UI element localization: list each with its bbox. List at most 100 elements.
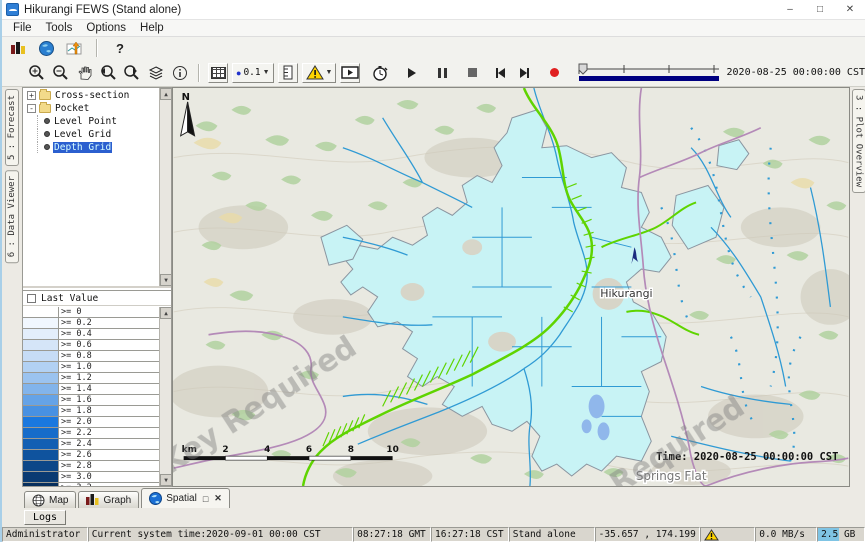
legend-row[interactable]: >= 0.8 (23, 351, 159, 362)
info-button[interactable] (170, 63, 190, 83)
pan-button[interactable] (74, 63, 94, 83)
legend-row[interactable]: >= 2.2 (23, 428, 159, 439)
legend-row[interactable]: >= 2.0 (23, 417, 159, 428)
animation-timer-button[interactable] (370, 63, 390, 83)
status-warning-cell[interactable] (700, 527, 755, 542)
menu-tools[interactable]: Tools (39, 21, 80, 35)
toolbar-separator (198, 64, 200, 82)
tab-forecast[interactable]: 5 : Forecast (5, 89, 19, 166)
zoom-next-button[interactable] (122, 63, 142, 83)
last-value-checkbox[interactable] (27, 294, 36, 303)
legend-title: Last Value (41, 293, 98, 304)
tab-close-icon[interactable]: ✕ (212, 493, 222, 504)
map-toolbar: ● 0.1 ▼ ▼ (2, 59, 865, 87)
tab-maximize-icon[interactable]: □ (201, 494, 208, 504)
menu-options[interactable]: Options (79, 21, 133, 35)
legend-swatch (23, 307, 59, 317)
thresholds-dropdown[interactable]: ▼ (302, 63, 337, 83)
legend-row[interactable]: >= 1.6 (23, 395, 159, 406)
tab-label: Graph (103, 495, 131, 506)
stop-button[interactable] (462, 63, 482, 83)
svg-text:6: 6 (306, 445, 312, 455)
zoom-previous-button[interactable] (98, 63, 118, 83)
legend-label: >= 1.6 (59, 395, 159, 405)
step-forward-button[interactable] (514, 63, 534, 83)
bullet-icon (44, 144, 50, 150)
menu-file[interactable]: File (6, 21, 39, 35)
scroll-up-icon[interactable]: ▲ (160, 307, 171, 319)
step-back-button[interactable] (490, 63, 510, 83)
legend-swatch (23, 417, 59, 427)
status-bar: Administrator Current system time:2020-0… (2, 527, 865, 542)
clock-icon (372, 65, 389, 81)
logs-button[interactable]: Logs (24, 510, 66, 525)
legend-row[interactable]: >= 0.2 (23, 318, 159, 329)
scroll-down-icon[interactable]: ▼ (160, 274, 171, 286)
timeline-slider[interactable] (576, 62, 718, 84)
legend-row[interactable]: >= 1.2 (23, 373, 159, 384)
zoom-out-icon (52, 64, 69, 81)
minimize-button[interactable]: – (775, 0, 805, 19)
legend-scrollbar[interactable]: ▲ ▼ (159, 307, 171, 486)
pause-button[interactable] (432, 63, 452, 83)
help-button[interactable]: ? (110, 38, 130, 58)
tab-spatial[interactable]: Spatial □ ✕ (141, 488, 230, 508)
legend-row[interactable]: >= 2.4 (23, 439, 159, 450)
tree-item-level-point[interactable]: Level Point (37, 115, 171, 127)
layers-button[interactable] (146, 63, 166, 83)
record-button[interactable] (544, 63, 564, 83)
tree-item-pocket[interactable]: - Pocket (27, 102, 171, 114)
blue-globe-icon (149, 492, 162, 505)
timeline-thumb[interactable] (579, 64, 587, 74)
ruler-button[interactable] (278, 63, 298, 83)
expand-icon[interactable]: + (27, 91, 36, 100)
legend-row[interactable]: >= 2.6 (23, 450, 159, 461)
legend-panel: Last Value >= 0 >= 0.2 >= 0.4 >= 0.6 >= … (23, 290, 171, 486)
tree-item-label-selected: Depth Grid (53, 142, 112, 153)
menu-help[interactable]: Help (133, 21, 171, 35)
scroll-up-icon[interactable]: ▲ (160, 88, 171, 100)
legend-row[interactable]: >= 1.8 (23, 406, 159, 417)
tree-item-depth-grid[interactable]: Depth Grid (37, 141, 171, 153)
tree-scrollbar[interactable]: ▲ ▼ (159, 88, 171, 286)
spatial-display-button[interactable] (36, 38, 56, 58)
legend-row[interactable]: >= 3.0 (23, 472, 159, 483)
legend-row[interactable]: >= 1.4 (23, 384, 159, 395)
collapse-icon[interactable]: - (27, 104, 36, 113)
play-button[interactable] (402, 63, 422, 83)
maximize-button[interactable]: □ (805, 0, 835, 19)
menu-bar: File Tools Options Help (2, 20, 865, 37)
tab-graph[interactable]: Graph (78, 491, 139, 508)
legend-swatch (23, 318, 59, 328)
legend-row[interactable]: >= 1.0 (23, 362, 159, 373)
folder-icon (39, 104, 51, 113)
database-viewer-button[interactable] (8, 38, 28, 58)
dot-icon: ● (236, 68, 241, 78)
map-canvas[interactable]: Hikurangi Springs Flat N km 2 4 6 8 10 (172, 87, 850, 487)
zoom-previous-icon (99, 64, 117, 81)
layers-icon (148, 66, 164, 80)
scroll-down-icon[interactable]: ▼ (160, 474, 171, 486)
legend-row[interactable]: >= 2.8 (23, 461, 159, 472)
legend-row[interactable]: >= 0.4 (23, 329, 159, 340)
tree-item-level-grid[interactable]: Level Grid (37, 128, 171, 140)
legend-row[interactable]: >= 0.6 (23, 340, 159, 351)
legend-swatch (23, 362, 59, 372)
legend-row[interactable]: >= 3.2 (23, 483, 159, 486)
tab-plot-overview[interactable]: 3 : Plot Overview (852, 89, 865, 193)
tab-data-viewer[interactable]: 6 : Data Viewer (5, 170, 19, 263)
zoom-in-button[interactable] (26, 63, 46, 83)
legend-swatch (23, 329, 59, 339)
contour-interval-dropdown[interactable]: ● 0.1 ▼ (232, 63, 274, 83)
zoom-out-button[interactable] (50, 63, 70, 83)
timeseries-display-button[interactable] (64, 38, 84, 58)
right-tab-strip: 3 : Plot Overview (850, 87, 865, 487)
tab-map[interactable]: Map (24, 491, 76, 508)
window-controls: – □ ✕ (775, 0, 865, 19)
animation-window-button[interactable] (340, 63, 360, 83)
legend-label: >= 0.2 (59, 318, 159, 328)
close-button[interactable]: ✕ (835, 0, 865, 19)
legend-row[interactable]: >= 0 (23, 307, 159, 318)
grid-display-button[interactable] (208, 63, 228, 83)
tree-item-cross-section[interactable]: + Cross-section (27, 89, 171, 101)
